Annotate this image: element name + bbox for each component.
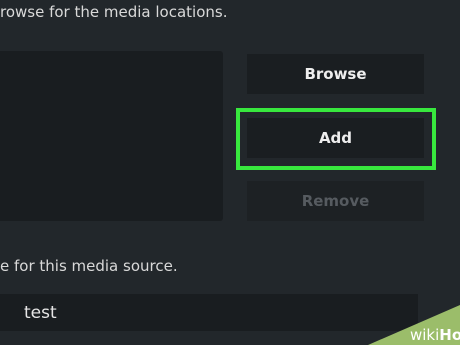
source-name-instruction-text: e for this media source. — [0, 257, 178, 275]
remove-button[interactable]: Remove — [247, 181, 424, 221]
wikihow-watermark: wikiHow — [340, 305, 460, 345]
browse-instruction-text: rowse for the media locations. — [0, 3, 228, 21]
wikihow-watermark-text: wikiHow — [410, 326, 460, 344]
media-paths-list[interactable] — [0, 51, 223, 221]
add-button[interactable]: Add — [247, 118, 424, 158]
wikihow-watermark-graphic: wikiHow — [368, 305, 460, 345]
browse-button[interactable]: Browse — [247, 54, 424, 94]
